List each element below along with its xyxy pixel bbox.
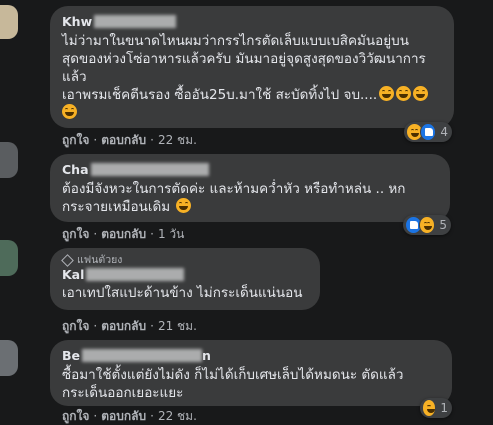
top-fan-badge: แฟนตัวยง (61, 254, 308, 267)
comment-actions: ถูกใจ · ตอบกลับ · 22 ชม. (62, 133, 197, 147)
reply-button[interactable]: ตอบกลับ (101, 227, 146, 241)
timestamp[interactable]: 22 ชม. (158, 409, 197, 423)
laughing-emoji-icon (62, 104, 77, 119)
comment-text: ซื้อมาใช้ตั้งแต่ยังไม่ดัง ก็ไม่ได้เก็บเศ… (62, 367, 404, 401)
like-button[interactable]: ถูกใจ (62, 319, 89, 333)
comment-bubble: แฟนตัวยง Kal เอาเทปใสแปะด้านข้าง ไม่กระเ… (50, 248, 320, 310)
commenter-name[interactable]: Khw (62, 14, 442, 30)
like-reaction-icon (419, 123, 437, 141)
comment-bubble: Cha ต้องมีจังหวะในการตัดค่ะ และห้ามคว่ำห… (50, 154, 450, 222)
comment-text: เอาเทปใสแปะด้านข้าง ไม่กระเด็นแน่นอน (62, 285, 303, 301)
like-button[interactable]: ถูกใจ (62, 409, 89, 423)
reply-button[interactable]: ตอบกลับ (101, 133, 146, 147)
haha-reaction-icon (418, 216, 436, 234)
comment-bubble: Khw ไม่ว่ามาในขนาดไหนผมว่ากรรไกรตัดเล็บแ… (50, 6, 454, 128)
redacted-name (94, 15, 177, 28)
reply-button[interactable]: ตอบกลับ (101, 409, 146, 423)
redacted-name (82, 349, 203, 362)
comment-actions: ถูกใจ · ตอบกลับ · 21 ชม. (62, 319, 197, 333)
reaction-count: 5 (439, 218, 447, 232)
comment-text: ไม่ว่ามาในขนาดไหนผมว่ากรรไกรตัดเล็บแบบเบ… (62, 32, 442, 122)
reaction-count: 1 (440, 401, 448, 415)
reaction-count: 4 (440, 125, 448, 139)
comment-thread: Khw ไม่ว่ามาในขนาดไหนผมว่ากรรไกรตัดเล็บแ… (0, 0, 493, 425)
reaction-summary[interactable]: 5 (403, 215, 451, 235)
laughing-emoji-icon (396, 86, 412, 101)
like-button[interactable]: ถูกใจ (62, 133, 89, 147)
commenter-name[interactable]: Cha (62, 162, 438, 178)
commenter-name[interactable]: Be n (62, 348, 440, 364)
avatar[interactable] (0, 340, 18, 376)
grinning-sweat-emoji-icon (176, 198, 192, 213)
timestamp[interactable]: 22 ชม. (158, 133, 197, 147)
avatar[interactable] (0, 142, 18, 178)
timestamp[interactable]: 1 วัน (158, 227, 184, 241)
comment-bubble: Be n ซื้อมาใช้ตั้งแต่ยังไม่ดัง ก็ไม่ได้เก… (50, 340, 452, 406)
timestamp[interactable]: 21 ชม. (158, 319, 197, 333)
redacted-name (90, 163, 209, 176)
avatar[interactable] (0, 5, 18, 39)
laughing-emoji-icon (413, 86, 429, 101)
reaction-summary[interactable]: 1 (420, 398, 452, 418)
reply-button[interactable]: ตอบกลับ (101, 319, 146, 333)
commenter-name[interactable]: Kal (62, 267, 308, 283)
comment-actions: ถูกใจ · ตอบกลับ · 1 วัน (62, 227, 185, 241)
comment-text: ต้องมีจังหวะในการตัดค่ะ และห้ามคว่ำหัว ห… (62, 181, 406, 215)
redacted-name (86, 268, 185, 281)
laughing-emoji-icon (379, 86, 395, 101)
like-button[interactable]: ถูกใจ (62, 227, 89, 241)
reaction-summary[interactable]: 4 (404, 122, 452, 142)
comment-actions: ถูกใจ · ตอบกลับ · 22 ชม. (62, 409, 197, 423)
diamond-icon (61, 254, 74, 267)
haha-reaction-icon (422, 399, 437, 417)
avatar[interactable] (0, 240, 18, 276)
